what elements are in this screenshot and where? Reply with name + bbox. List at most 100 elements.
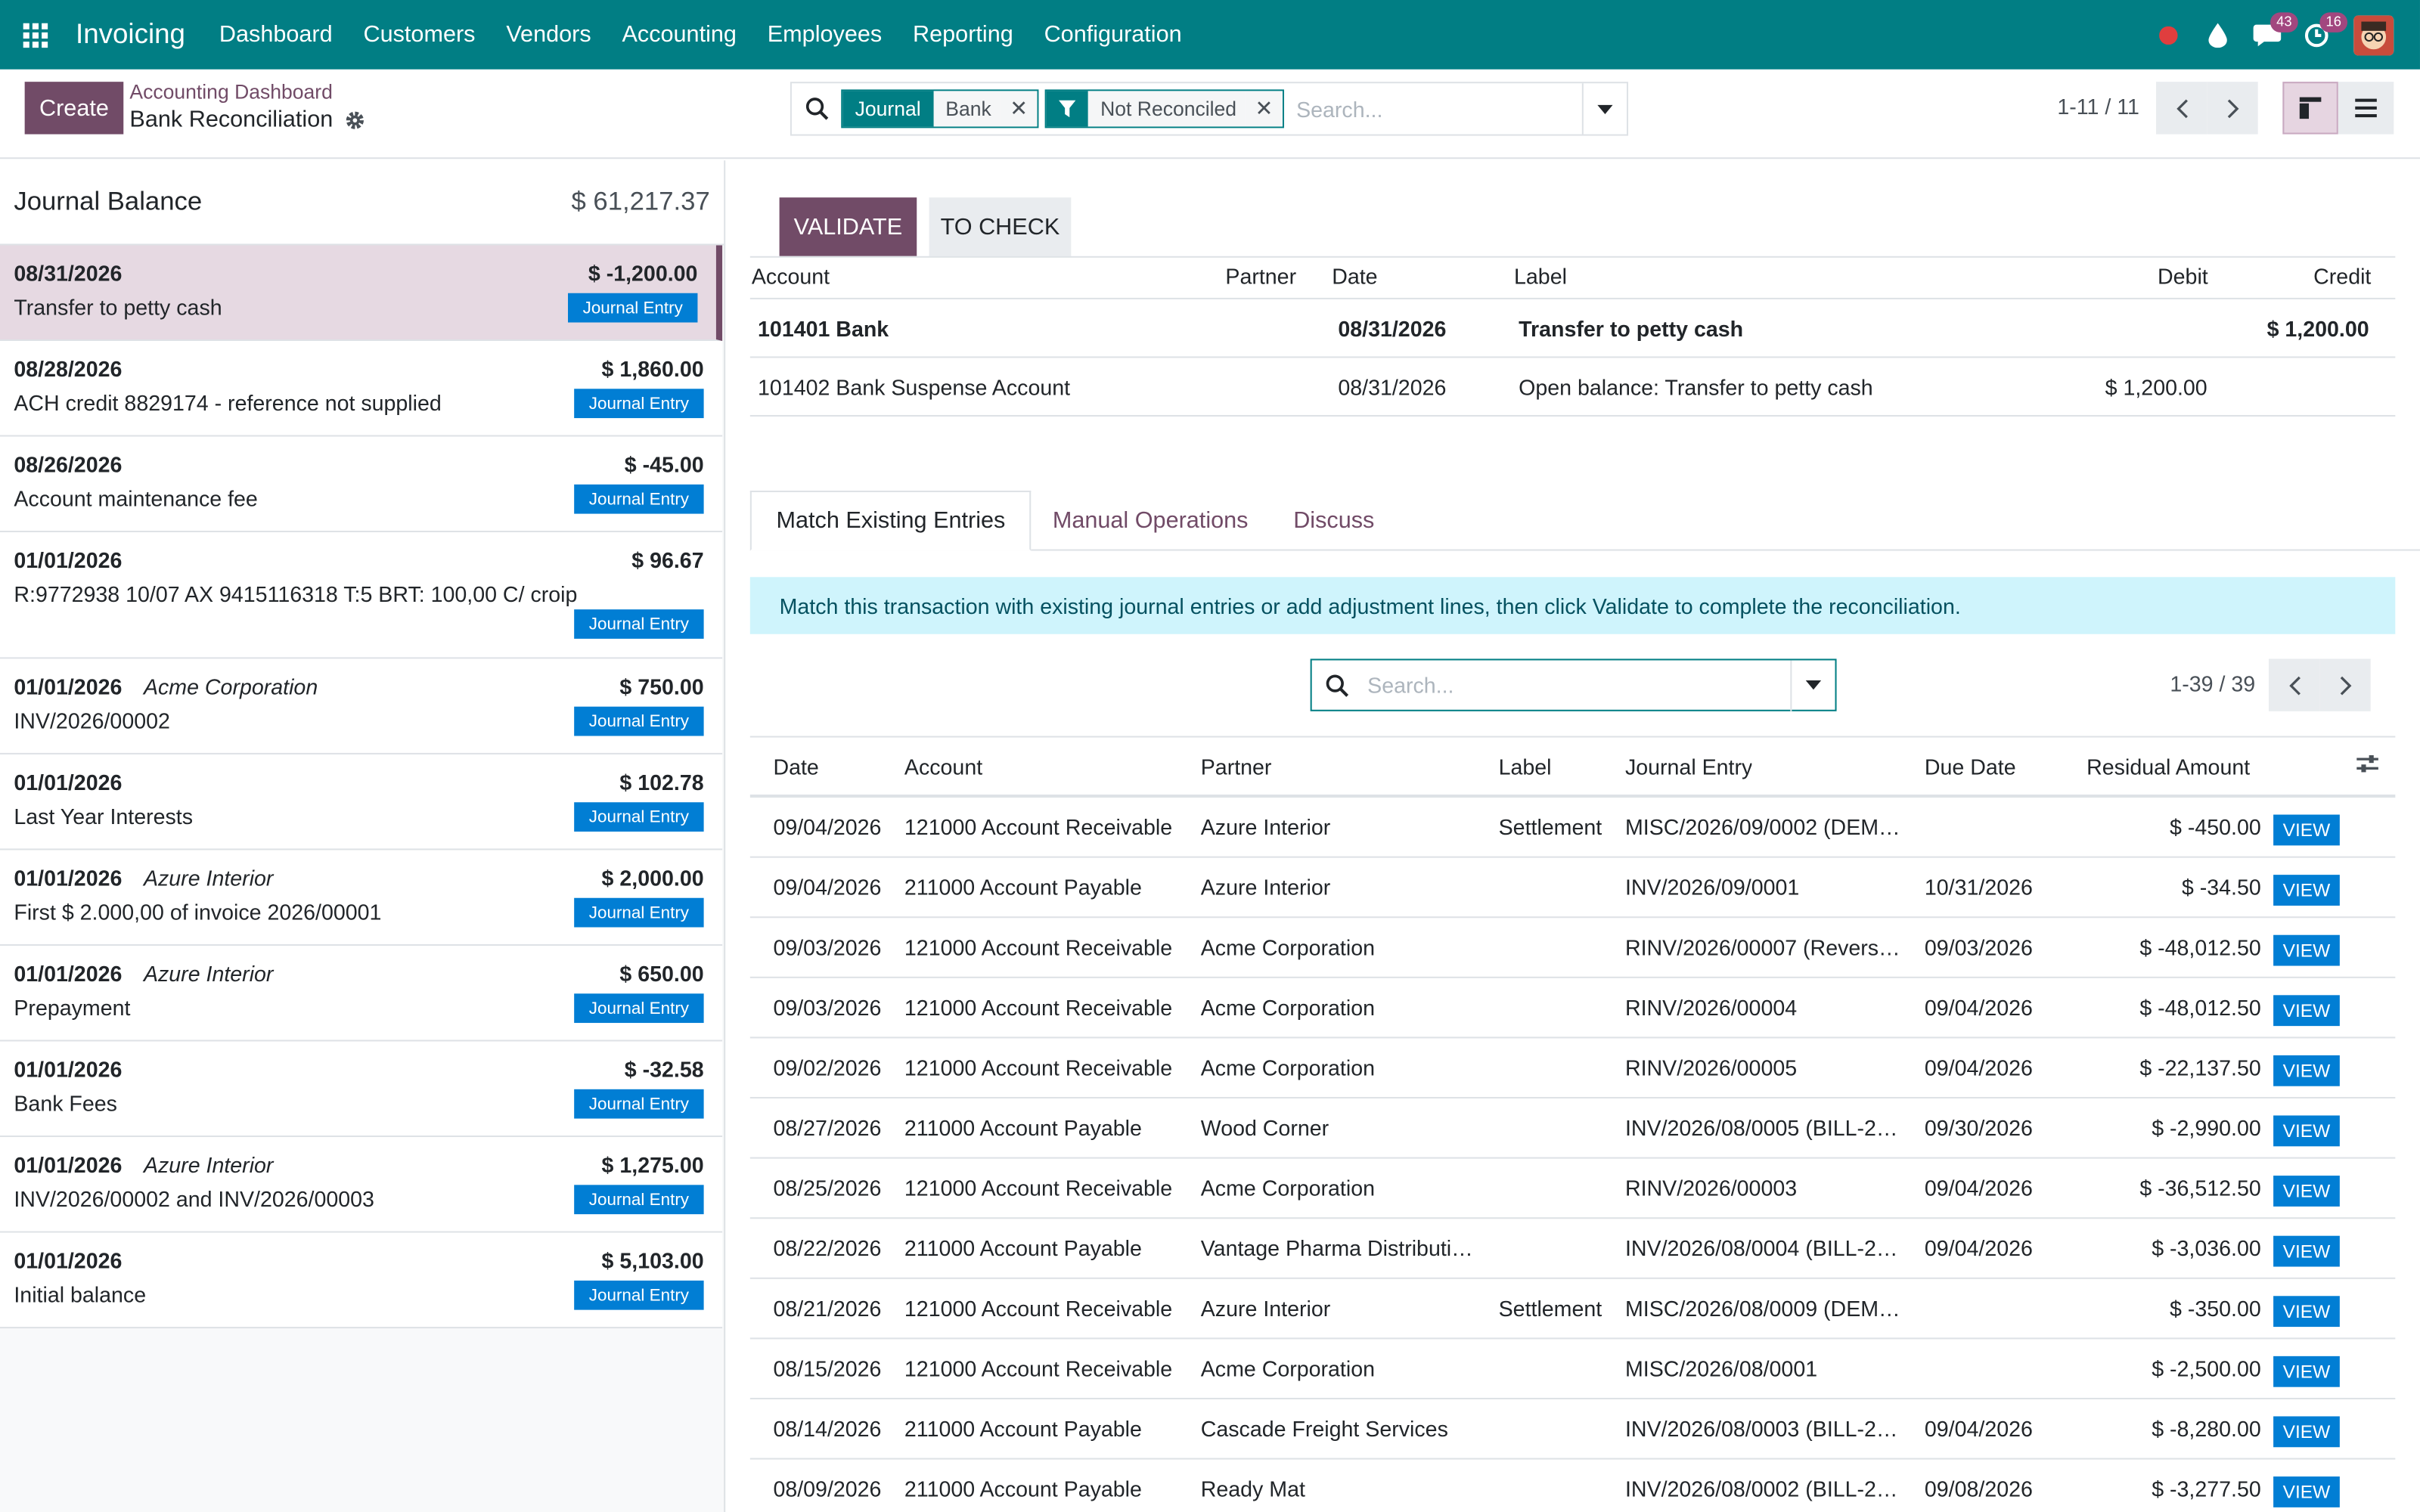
line-date: 01/01/2026 Acme Corporation <box>14 674 318 699</box>
messages-icon[interactable]: 43 <box>2245 0 2298 70</box>
statement-line[interactable]: 08/26/2026 $ -45.00 Account maintenance fe… <box>0 436 723 533</box>
table-row[interactable]: 08/22/2026 211000 Account Payable Vantage … <box>749 1219 2396 1279</box>
journal-entry-badge[interactable]: Journal Entry <box>574 897 704 928</box>
table-row[interactable]: 08/14/2026 211000 Account Payable Cascade … <box>749 1399 2396 1460</box>
table-row[interactable]: 09/03/2026 121000 Account Receivable Acme … <box>749 918 2396 978</box>
to-check-button[interactable]: TO CHECK <box>929 197 1072 256</box>
close-icon[interactable]: ✕ <box>1001 91 1038 127</box>
user-avatar[interactable] <box>2353 14 2394 55</box>
menu-reporting[interactable]: Reporting <box>913 22 1013 48</box>
statement-line[interactable]: 01/01/2026 $ 5,103.00 Initial balance Journ… <box>0 1232 723 1329</box>
journal-entry-badge[interactable]: Journal Entry <box>574 1280 704 1310</box>
pager-next-button[interactable] <box>2207 82 2258 135</box>
table-row[interactable]: 08/09/2026 211000 Account Payable Ready Ma… <box>750 1460 2395 1512</box>
menu-customers[interactable]: Customers <box>363 22 475 48</box>
statement-line[interactable]: 08/28/2026 $ 1,860.00 ACH credit 8829174 -… <box>0 341 723 437</box>
tab-match-existing-entries[interactable]: Match Existing Entries <box>749 490 1032 551</box>
entry-row[interactable]: 101401 Bank 08/31/2026 Transfer to petty… <box>749 299 2396 358</box>
pager-previous-button[interactable] <box>2155 82 2207 135</box>
menu-configuration[interactable]: Configuration <box>1044 22 1182 48</box>
menu-employees[interactable]: Employees <box>768 22 882 48</box>
view-button[interactable]: VIEW <box>2273 934 2340 966</box>
menu-dashboard[interactable]: Dashboard <box>219 22 333 48</box>
statement-line[interactable]: 01/01/2026 $ 96.67 R:9772938 10/07 AX 9415… <box>0 532 723 659</box>
col-due-date[interactable]: Due Date <box>1925 754 2016 779</box>
col-residual-amount[interactable]: Residual Amount <box>2086 754 2250 779</box>
view-button[interactable]: VIEW <box>2273 875 2340 906</box>
journal-entry-badge[interactable]: Journal Entry <box>574 609 704 639</box>
col-account[interactable]: Account <box>904 754 982 779</box>
pager-value[interactable]: 1-11 / 11 <box>2057 94 2139 119</box>
table-row[interactable]: 08/15/2026 121000 Account Receivable Acme … <box>749 1339 2396 1400</box>
view-button[interactable]: VIEW <box>2273 1055 2340 1086</box>
menu-accounting[interactable]: Accounting <box>622 22 736 48</box>
row-residual-amount: $ -8,280.00 <box>2152 1416 2261 1442</box>
table-row[interactable]: 09/04/2026 121000 Account Receivable Azure… <box>749 798 2396 858</box>
activities-icon[interactable]: 16 <box>2295 0 2348 70</box>
table-row[interactable]: 09/02/2026 121000 Account Receivable Acme … <box>749 1038 2396 1099</box>
view-button[interactable]: VIEW <box>2273 1115 2340 1147</box>
menu-vendors[interactable]: Vendors <box>506 22 591 48</box>
statement-line[interactable]: 01/01/2026 $ -32.58 Bank Fees Journal Entry <box>0 1041 723 1138</box>
optional-columns-icon[interactable] <box>2355 751 2380 781</box>
statement-line[interactable]: 01/01/2026 Azure Interior $ 1,275.00 INV/20… <box>0 1137 723 1233</box>
journal-balance: Journal Balance $ 61,217.37 <box>0 160 724 246</box>
close-icon[interactable]: ✕ <box>1246 91 1283 127</box>
search-options-toggle[interactable] <box>1581 83 1627 135</box>
apps-menu-icon[interactable] <box>0 0 70 70</box>
view-button[interactable]: VIEW <box>2273 995 2340 1027</box>
table-row[interactable]: 08/25/2026 121000 Account Receivable Acme … <box>749 1159 2396 1219</box>
kanban-view-button[interactable] <box>2282 82 2338 135</box>
match-pager-next-button[interactable] <box>2319 658 2371 711</box>
journal-entry-badge[interactable]: Journal Entry <box>574 706 704 736</box>
row-partner: Acme Corporation <box>1200 934 1376 960</box>
statement-line[interactable]: 01/01/2026 Azure Interior $ 650.00 Prepayme… <box>0 946 723 1042</box>
statement-line[interactable]: 01/01/2026 $ 102.78 Last Year Interests Jou… <box>0 754 723 850</box>
match-search-input[interactable]: Search... <box>1361 673 1790 698</box>
col-label[interactable]: Label <box>1499 754 1552 779</box>
record-icon[interactable] <box>2147 0 2190 70</box>
entry-row[interactable]: 101402 Bank Suspense Account 08/31/2026 … <box>749 358 2396 417</box>
drop-icon[interactable] <box>2196 0 2239 70</box>
statement-line[interactable]: 01/01/2026 Azure Interior $ 2,000.00 First … <box>0 850 723 947</box>
view-button[interactable]: VIEW <box>2273 1176 2340 1207</box>
col-journal-entry[interactable]: Journal Entry <box>1625 754 1752 779</box>
statement-lines-panel: Journal Balance $ 61,217.37 08/31/2026 $ … <box>0 160 726 1512</box>
table-row[interactable]: 08/21/2026 121000 Account Receivable Azure… <box>749 1279 2396 1340</box>
view-button[interactable]: VIEW <box>2273 1416 2340 1448</box>
statement-line[interactable]: 08/31/2026 $ -1,200.00 Transfer to petty c… <box>0 245 723 342</box>
journal-entry-badge[interactable]: Journal Entry <box>574 1185 704 1215</box>
view-button[interactable]: VIEW <box>2273 814 2340 846</box>
breadcrumb-parent[interactable]: Accounting Dashboard <box>129 80 332 104</box>
journal-entry-badge[interactable]: Journal Entry <box>574 993 704 1024</box>
view-button[interactable]: VIEW <box>2273 1476 2340 1507</box>
validate-button[interactable]: VALIDATE <box>779 197 917 256</box>
col-partner[interactable]: Partner <box>1201 754 1272 779</box>
match-pager-value[interactable]: 1-39 / 39 <box>2170 671 2255 696</box>
entry-account: 101401 Bank <box>758 316 889 342</box>
create-button[interactable]: Create <box>24 82 124 135</box>
table-row[interactable]: 08/27/2026 211000 Account Payable Wood Cor… <box>749 1098 2396 1159</box>
journal-entry-badge[interactable]: Journal Entry <box>574 389 704 419</box>
journal-balance-value: $ 61,217.37 <box>571 186 710 216</box>
search-input[interactable]: Search... <box>1290 97 1582 122</box>
journal-entry-badge[interactable]: Journal Entry <box>574 1089 704 1119</box>
view-button[interactable]: VIEW <box>2273 1356 2340 1387</box>
match-search-options-toggle[interactable] <box>1790 659 1835 711</box>
app-name[interactable]: Invoicing <box>76 18 185 51</box>
table-row[interactable]: 09/04/2026 211000 Account Payable Azure In… <box>749 858 2396 919</box>
col-date[interactable]: Date <box>773 754 818 779</box>
journal-entry-badge[interactable]: Journal Entry <box>568 293 698 323</box>
statement-line[interactable]: 01/01/2026 Acme Corporation $ 750.00 INV/20… <box>0 658 723 754</box>
row-partner: Acme Corporation <box>1200 995 1376 1020</box>
gear-icon[interactable] <box>344 109 366 131</box>
match-pager-previous-button[interactable] <box>2268 658 2320 711</box>
tab-manual-operations[interactable]: Manual Operations <box>1028 491 1273 551</box>
list-view-button[interactable] <box>2338 82 2394 135</box>
view-button[interactable]: VIEW <box>2273 1235 2340 1267</box>
table-row[interactable]: 09/03/2026 121000 Account Receivable Acme … <box>749 978 2396 1039</box>
journal-entry-badge[interactable]: Journal Entry <box>574 484 704 514</box>
journal-entry-badge[interactable]: Journal Entry <box>574 802 704 832</box>
view-button[interactable]: VIEW <box>2273 1296 2340 1328</box>
tab-discuss[interactable]: Discuss <box>1269 491 1399 551</box>
